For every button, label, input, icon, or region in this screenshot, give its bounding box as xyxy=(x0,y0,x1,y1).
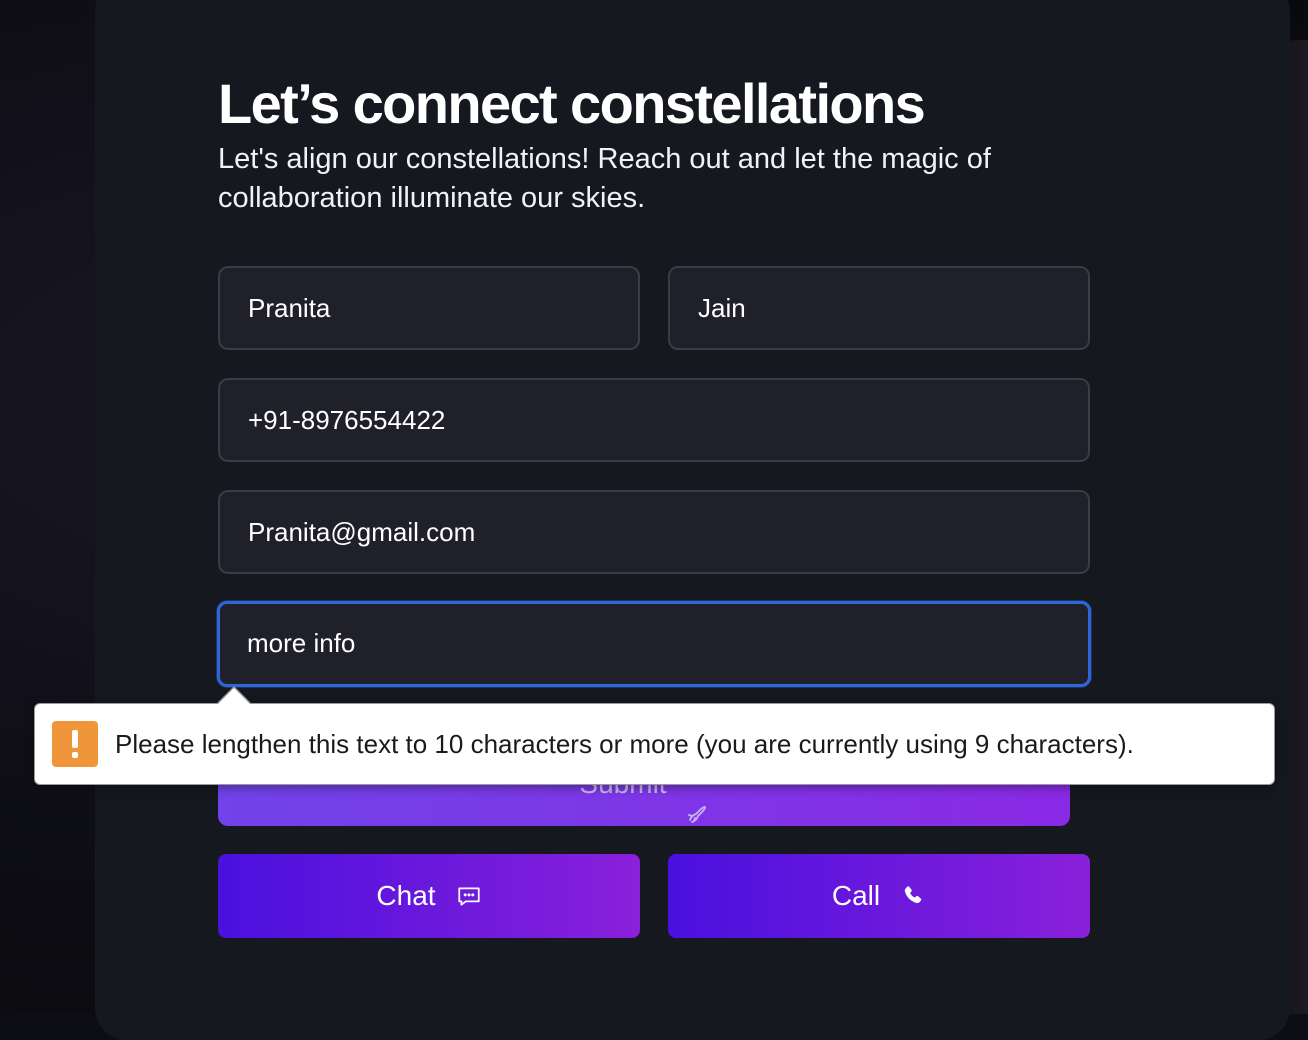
phone-input[interactable]: +91-8976554422 xyxy=(218,378,1090,462)
validation-tooltip: Please lengthen this text to 10 characte… xyxy=(34,703,1275,785)
tooltip-arrow xyxy=(218,688,250,704)
warning-icon xyxy=(52,721,98,767)
phone-icon xyxy=(900,883,926,909)
call-button-label: Call xyxy=(831,880,881,911)
first-name-input[interactable]: Pranita xyxy=(218,266,640,350)
chat-button-label: Chat xyxy=(376,880,436,911)
page-title: Let’s connect constellations xyxy=(218,72,926,135)
chat-bubble-icon xyxy=(456,883,482,909)
chat-button[interactable]: Chat xyxy=(218,854,640,938)
message-input[interactable]: more info xyxy=(217,601,1091,687)
call-button[interactable]: Call xyxy=(668,854,1090,938)
page-subtitle: Let's align our constellations! Reach ou… xyxy=(218,143,991,214)
validation-message: Please lengthen this text to 10 characte… xyxy=(115,729,1134,759)
email-input[interactable]: Pranita@gmail.com xyxy=(218,490,1090,574)
last-name-input[interactable]: Jain xyxy=(668,266,1090,350)
